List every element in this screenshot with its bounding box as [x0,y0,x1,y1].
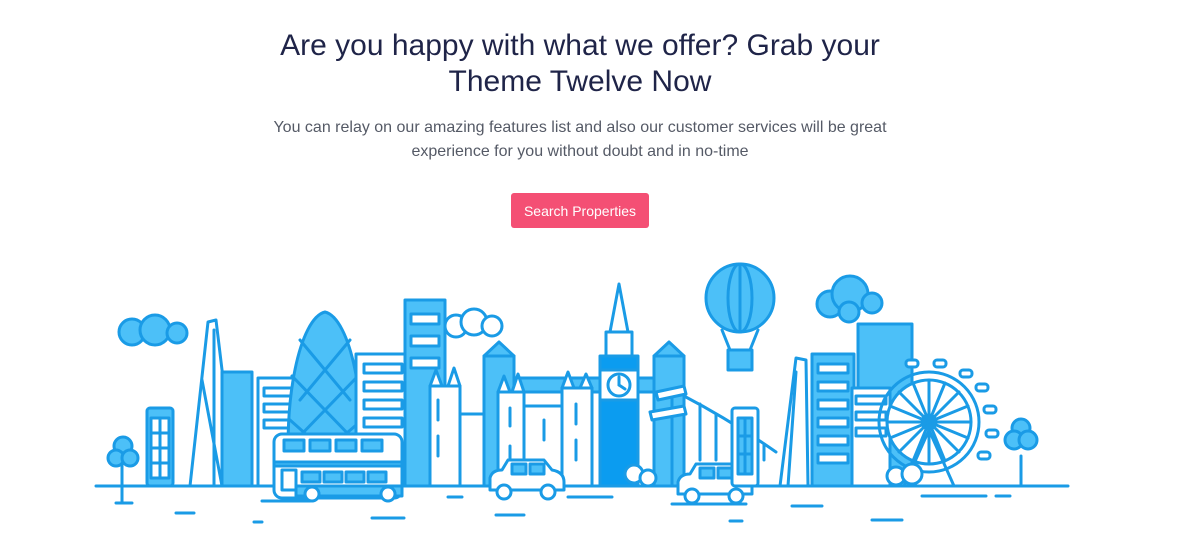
bush-left [623,463,658,488]
description-line-1: You can relay on our amazing features li… [273,119,887,136]
search-properties-button[interactable]: Search Properties [511,193,649,228]
shard-tower [188,318,254,488]
cloud-left [117,313,189,347]
tree-left [106,435,140,505]
cloud-middle [443,307,504,339]
cloud-right [815,274,884,324]
double-decker-bus [272,432,404,503]
headline-line-2: Theme Twelve Now [448,65,712,98]
hot-air-balloon [704,262,776,372]
city-skyline-illustration [94,262,1070,524]
ground-dashes [114,494,1012,524]
headline-line-1: Are you happy with what we offer? Grab y… [280,29,880,62]
phone-booth [145,406,175,488]
tree-right [1003,417,1039,488]
cta-section: Are you happy with what we offer? Grab y… [0,0,1192,551]
description-line-2: experience for you without doubt and in … [411,143,749,160]
bush-right [885,462,924,487]
big-ben [598,282,640,488]
phone-booth-right [730,406,760,488]
cta-description: You can relay on our amazing features li… [256,116,904,164]
page-title: Are you happy with what we offer? Grab y… [246,28,914,100]
